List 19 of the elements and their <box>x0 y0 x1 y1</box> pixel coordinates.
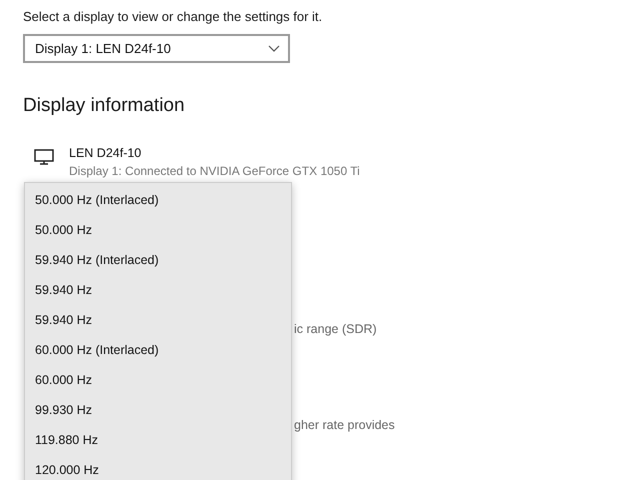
select-display-label: Select a display to view or change the settings for it. <box>23 9 324 25</box>
menu-item[interactable]: 60.000 Hz (Interlaced) <box>25 335 291 365</box>
section-heading: Display information <box>23 95 186 117</box>
display-dropdown[interactable]: Display 1: LEN D24f-10 <box>23 34 290 63</box>
menu-item[interactable]: 119.880 Hz <box>25 425 291 455</box>
setting-description: ic range (SDR) <box>294 322 378 336</box>
setting-description: gher rate provides <box>294 418 396 432</box>
menu-item[interactable]: 99.930 Hz <box>25 395 291 425</box>
monitor-icon <box>34 149 54 165</box>
menu-item[interactable]: 50.000 Hz <box>25 215 291 245</box>
chevron-down-icon <box>268 45 280 52</box>
menu-item[interactable]: 59.940 Hz <box>25 275 291 305</box>
menu-item[interactable]: 59.940 Hz (Interlaced) <box>25 245 291 275</box>
monitor-name: LEN D24f-10 <box>69 146 142 160</box>
menu-item[interactable]: 50.000 Hz (Interlaced) <box>25 185 291 215</box>
monitor-detail: Display 1: Connected to NVIDIA GeForce GTX 1050 Ti <box>69 164 360 178</box>
menu-item[interactable]: 120.000 Hz <box>25 455 291 480</box>
menu-item[interactable]: 59.940 Hz <box>25 305 291 335</box>
menu-item[interactable]: 60.000 Hz <box>25 365 291 395</box>
